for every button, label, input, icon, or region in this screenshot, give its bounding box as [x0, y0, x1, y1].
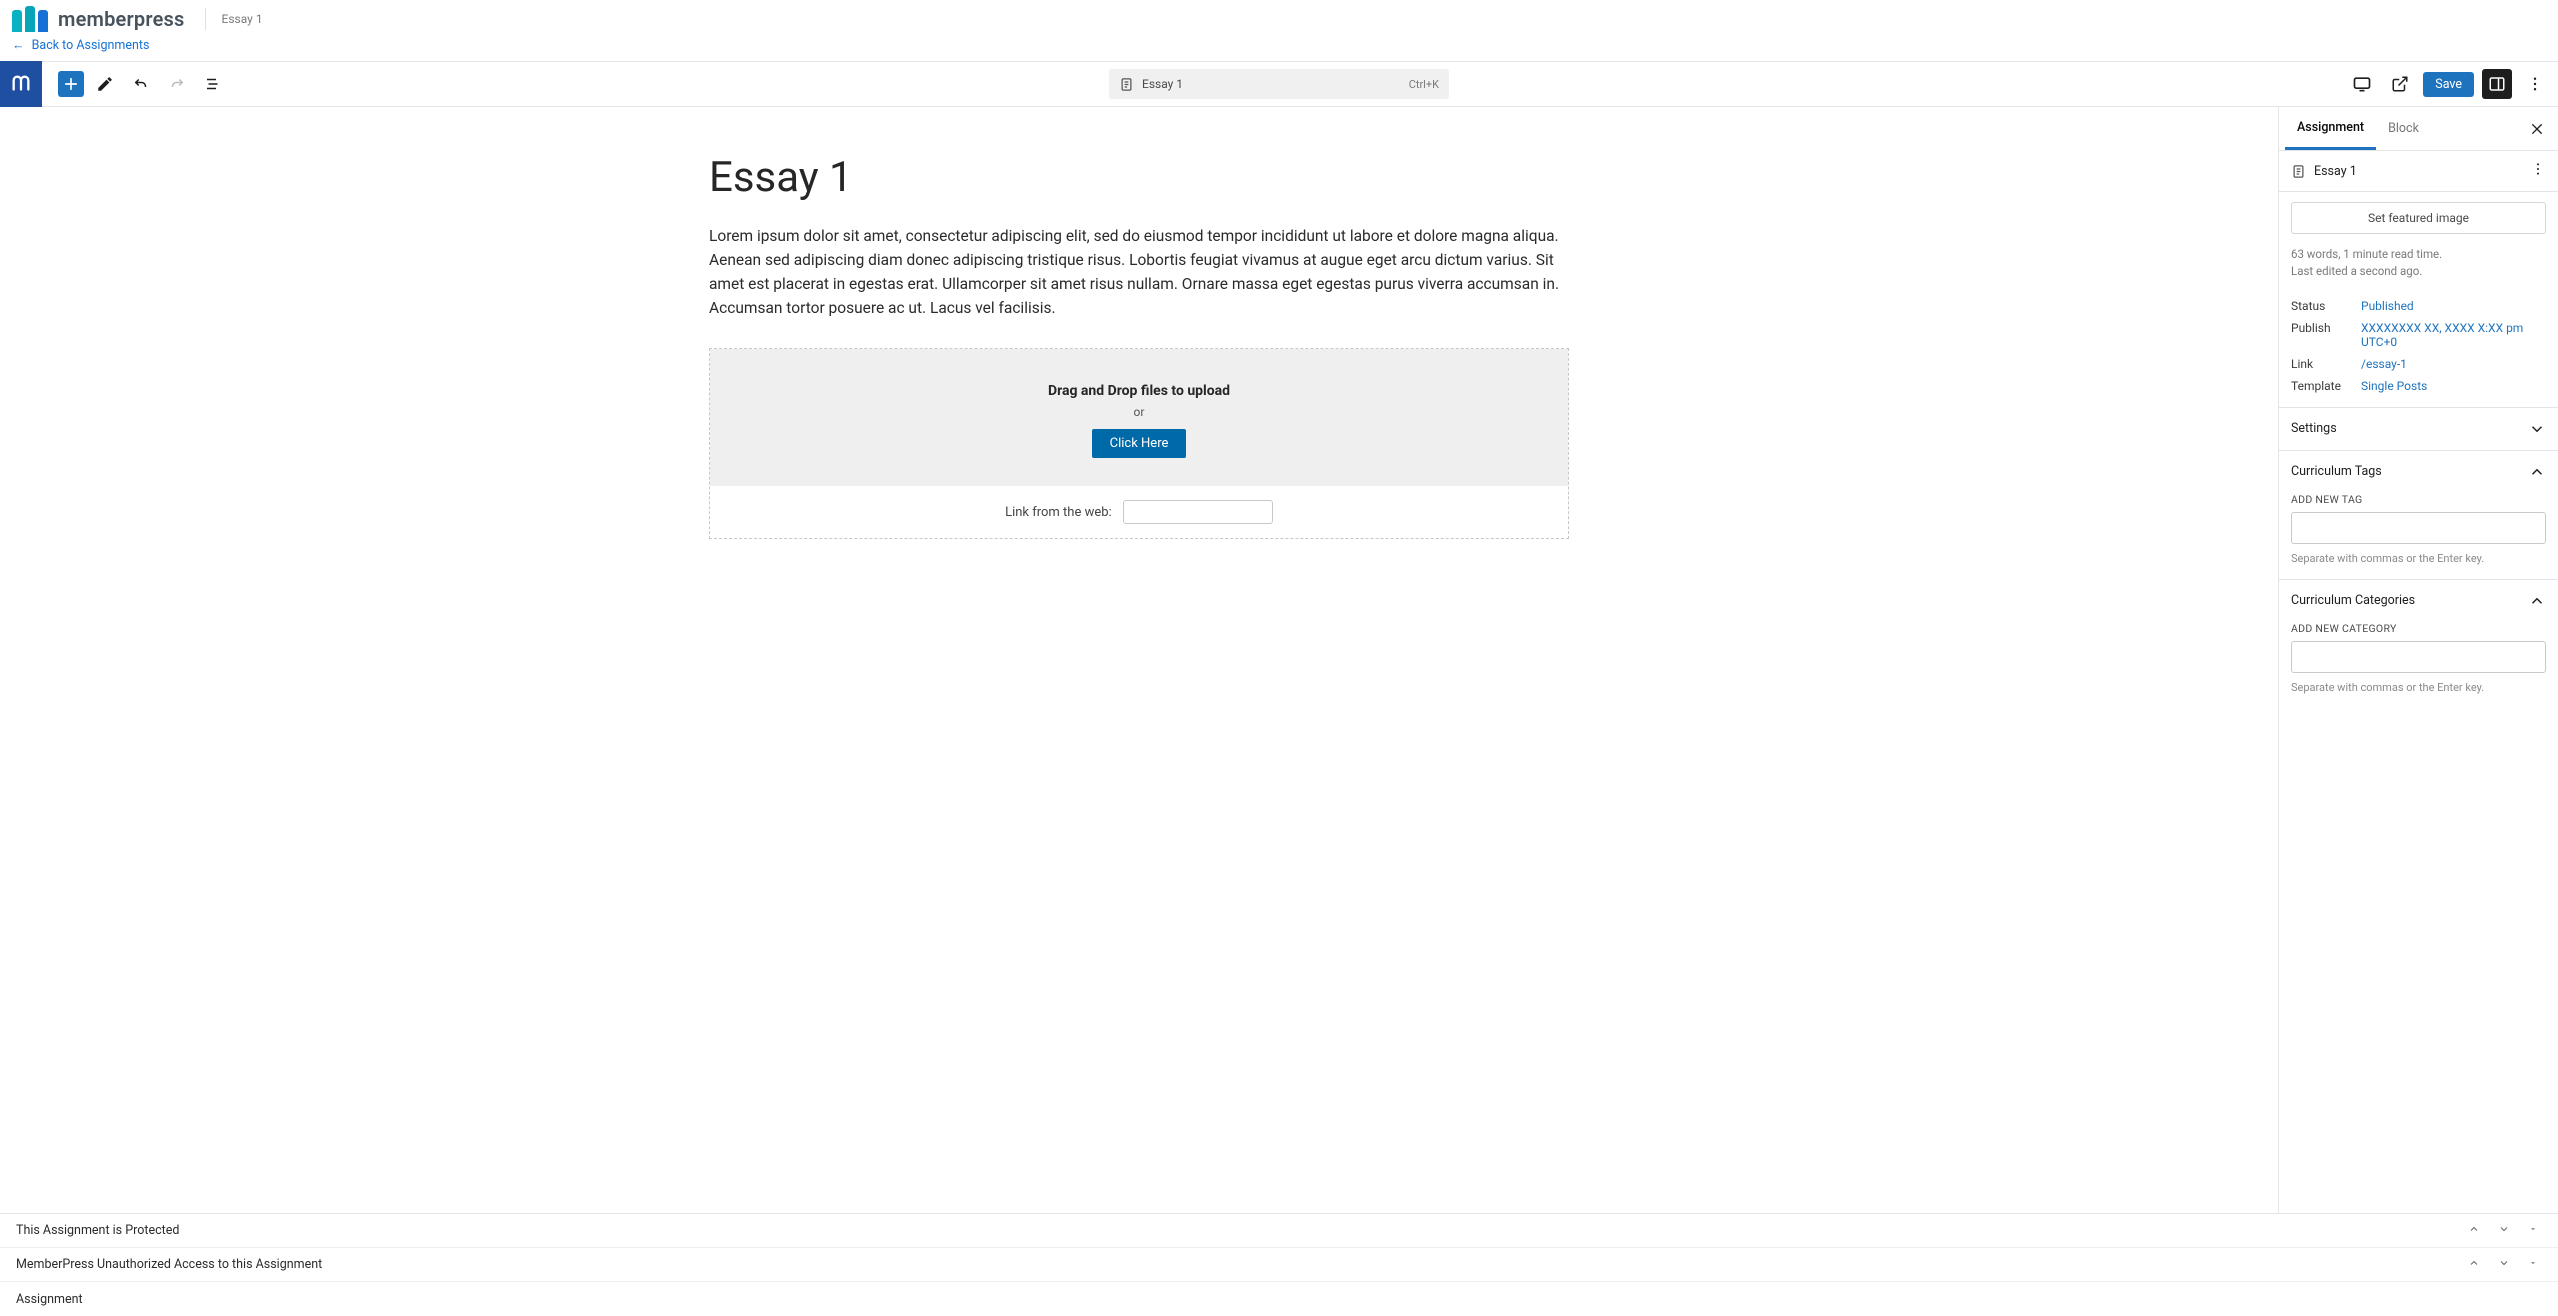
kv-link-value[interactable]: /essay-1 [2361, 357, 2546, 371]
kv-publish-key: Publish [2291, 321, 2361, 349]
chevron-up-icon [2528, 463, 2546, 481]
view-button[interactable] [2347, 69, 2377, 99]
meta-box-title: MemberPress Unauthorized Access to this … [16, 1257, 322, 1272]
close-sidebar-button[interactable] [2522, 114, 2552, 144]
tab-block[interactable]: Block [2376, 107, 2431, 150]
add-tag-input[interactable] [2291, 512, 2546, 544]
file-upload-block: Drag and Drop files to upload or Click H… [709, 348, 1569, 539]
upload-link-label: Link from the web: [1005, 505, 1112, 520]
kv-template-value[interactable]: Single Posts [2361, 379, 2546, 393]
back-to-assignments-link[interactable]: ← Back to Assignments [12, 38, 149, 53]
meta-move-up-button[interactable] [2464, 1255, 2484, 1275]
brand-doc-title: Essay 1 [222, 12, 263, 26]
add-category-label: ADD NEW CATEGORY [2291, 622, 2546, 635]
tools-button[interactable] [90, 69, 120, 99]
section-tags-label: Curriculum Tags [2291, 464, 2382, 479]
meta-boxes: This Assignment is Protected MemberPress… [0, 1213, 2558, 1316]
add-tag-label: ADD NEW TAG [2291, 493, 2546, 506]
post-title[interactable]: Essay 1 [709, 153, 1569, 202]
meta-box-title: Assignment [16, 1292, 83, 1307]
summary-actions-button[interactable] [2530, 161, 2546, 181]
set-featured-image-button[interactable]: Set featured image [2291, 202, 2546, 234]
meta-move-down-button[interactable] [2494, 1255, 2514, 1275]
section-tags-toggle[interactable]: Curriculum Tags [2279, 451, 2558, 493]
brand-name: memberpress [58, 7, 185, 31]
meta-box-row[interactable]: Assignment [0, 1282, 2558, 1316]
meta-move-down-button[interactable] [2494, 1221, 2514, 1241]
summary-doc-name: Essay 1 [2314, 164, 2522, 179]
section-categories-label: Curriculum Categories [2291, 593, 2415, 608]
command-doc-label: Essay 1 [1142, 77, 1183, 91]
meta-box-title: This Assignment is Protected [16, 1223, 179, 1238]
upload-dragdrop-label: Drag and Drop files to upload [730, 383, 1548, 399]
editor-toolbar: Essay 1 Ctrl+K Save [0, 61, 2558, 107]
meta-box-row[interactable]: This Assignment is Protected [0, 1214, 2558, 1248]
settings-sidebar: Assignment Block Essay 1 Set f [2278, 107, 2558, 1213]
command-shortcut: Ctrl+K [1409, 78, 1439, 91]
post-body-paragraph[interactable]: Lorem ipsum dolor sit amet, consectetur … [709, 224, 1569, 320]
stats-edited: Last edited a second ago. [2291, 263, 2546, 280]
divider [205, 8, 206, 30]
stats-words: 63 words, 1 minute read time. [2291, 246, 2546, 263]
kv-link-key: Link [2291, 357, 2361, 371]
document-icon [2291, 164, 2306, 179]
meta-toggle-button[interactable] [2524, 1221, 2542, 1241]
section-settings-label: Settings [2291, 421, 2337, 436]
redo-button[interactable] [162, 69, 192, 99]
kv-template-key: Template [2291, 379, 2361, 393]
upload-link-input[interactable] [1123, 500, 1273, 524]
kv-status-key: Status [2291, 299, 2361, 313]
arrow-left-icon: ← [12, 38, 25, 53]
save-button[interactable]: Save [2423, 72, 2474, 97]
add-category-input[interactable] [2291, 641, 2546, 673]
preview-external-button[interactable] [2385, 69, 2415, 99]
meta-box-row[interactable]: MemberPress Unauthorized Access to this … [0, 1248, 2558, 1282]
section-categories-toggle[interactable]: Curriculum Categories [2279, 580, 2558, 622]
meta-move-up-button[interactable] [2464, 1221, 2484, 1241]
document-overview-button[interactable] [198, 69, 228, 99]
brand-bar: memberpress Essay 1 [0, 0, 2558, 36]
document-icon [1119, 77, 1134, 92]
add-tag-hint: Separate with commas or the Enter key. [2291, 552, 2546, 565]
kv-status-value[interactable]: Published [2361, 299, 2546, 313]
meta-toggle-button[interactable] [2524, 1255, 2542, 1275]
editor-canvas[interactable]: Essay 1 Lorem ipsum dolor sit amet, cons… [0, 107, 2278, 1213]
add-category-hint: Separate with commas or the Enter key. [2291, 681, 2546, 694]
options-button[interactable] [2520, 69, 2550, 99]
brand-logo-icon [12, 6, 48, 32]
app-menu-button[interactable] [0, 61, 42, 107]
section-settings-toggle[interactable]: Settings [2279, 408, 2558, 450]
block-inserter-button[interactable] [58, 71, 84, 97]
settings-sidebar-toggle[interactable] [2482, 69, 2512, 99]
upload-or-label: or [730, 405, 1548, 419]
undo-button[interactable] [126, 69, 156, 99]
command-palette-button[interactable]: Essay 1 Ctrl+K [1109, 69, 1449, 99]
chevron-down-icon [2528, 420, 2546, 438]
kv-publish-value[interactable]: XXXXXXXX XX, XXXX X:XX pm UTC+0 [2361, 321, 2546, 349]
back-link-label: Back to Assignments [32, 38, 150, 53]
file-upload-dropzone[interactable]: Drag and Drop files to upload or Click H… [710, 349, 1568, 486]
upload-click-button[interactable]: Click Here [1092, 429, 1187, 458]
chevron-up-icon [2528, 592, 2546, 610]
tab-assignment[interactable]: Assignment [2285, 107, 2376, 150]
